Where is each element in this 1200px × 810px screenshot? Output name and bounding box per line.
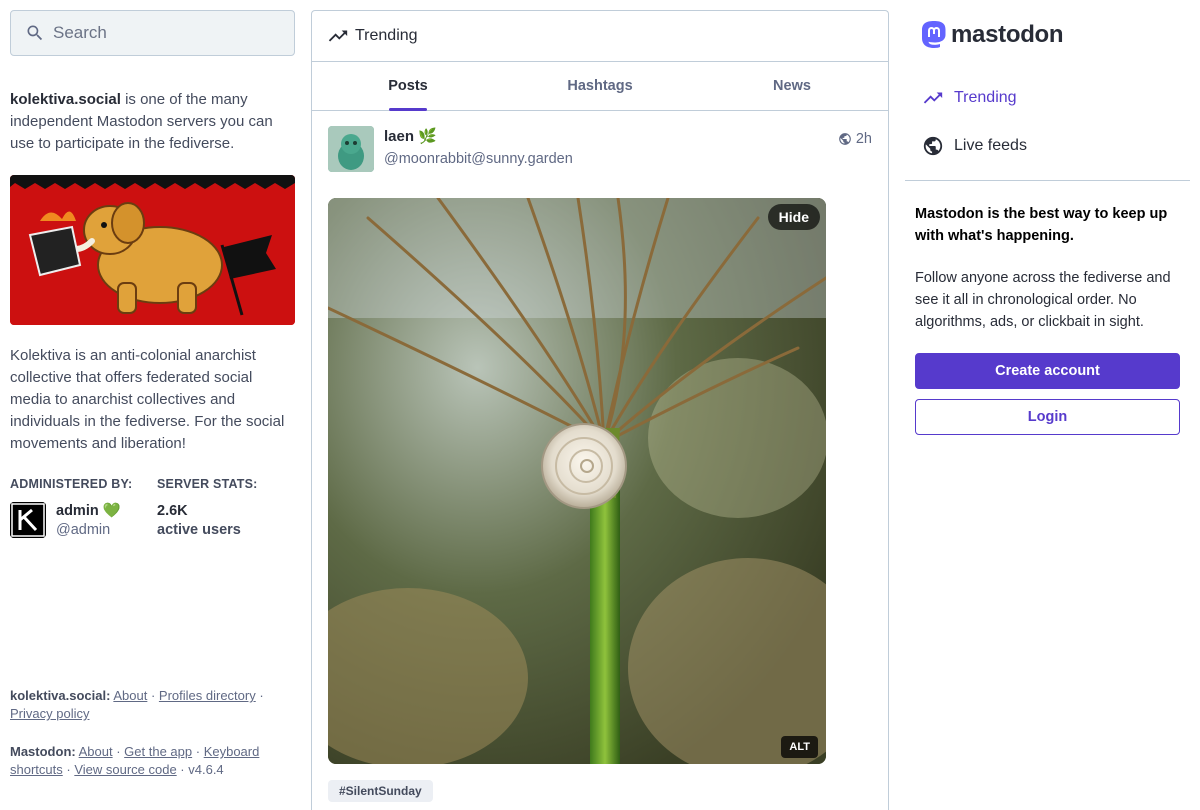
trending-icon [923, 92, 943, 104]
nav-item-live-feeds-label: Live feeds [954, 137, 1027, 154]
trending-column: Trending Posts Hashtags News laen 🌿 @moo… [311, 10, 889, 810]
snail-on-stem-photo [328, 198, 826, 764]
post-account-handle[interactable]: @moonrabbit@sunny.garden [384, 148, 573, 170]
mastodon-logo[interactable]: mastodon [918, 10, 1190, 60]
mastodon-footer-links: Mastodon: About · Get the app · Keyboard… [10, 743, 295, 779]
server-name: kolektiva.social [10, 91, 121, 108]
post-time: 2h [855, 131, 872, 147]
mastodon-elephant-illustration [10, 175, 295, 325]
left-sidebar: kolektiva.social is one of the many inde… [10, 10, 295, 800]
footer-separator: · [62, 762, 75, 777]
post-author-names[interactable]: laen 🌿 @moonrabbit@sunny.garden [384, 126, 573, 172]
footer-profiles-directory-link[interactable]: Profiles directory [159, 688, 256, 703]
post-author-avatar[interactable] [328, 126, 374, 172]
footer-separator: · [192, 744, 204, 759]
server-footer-links: kolektiva.social: About · Profiles direc… [10, 687, 295, 723]
globe-icon [923, 136, 943, 156]
search-icon [27, 25, 43, 41]
administered-by-heading: ADMINISTERED BY: [10, 477, 133, 491]
alt-text-badge[interactable]: ALT [781, 736, 818, 758]
post-display-name[interactable]: laen 🌿 [384, 126, 573, 148]
footer-mastodon-about-link[interactable]: About [79, 744, 113, 759]
admin-account[interactable]: admin 💚 @admin [10, 502, 157, 540]
search-box[interactable] [10, 10, 295, 56]
admin-names: admin 💚 @admin [56, 502, 121, 540]
green-heart-emoji: 💚 [102, 503, 121, 519]
sign-up-body: Follow anyone across the fediverse and s… [915, 270, 1171, 330]
sign-up-prompt: Mastodon is the best way to keep up with… [905, 181, 1190, 435]
footer-links: kolektiva.social: About · Profiles direc… [10, 687, 295, 779]
mastodon-logo-icon [922, 21, 946, 48]
footer-version: v4.6.4 [188, 762, 224, 777]
footer-privacy-policy-link[interactable]: Privacy policy [10, 706, 89, 721]
footer-get-app-link[interactable]: Get the app [124, 744, 192, 759]
server-description: Kolektiva is an anti-colonial anarchist … [10, 347, 285, 452]
server-footer-label: kolektiva.social: [10, 688, 111, 703]
globe-icon [839, 133, 851, 145]
column-title: Trending [355, 27, 418, 44]
admin-display-name: admin 💚 [56, 502, 121, 521]
admin-name: admin [56, 503, 99, 519]
post-header: laen 🌿 @moonrabbit@sunny.garden [328, 126, 872, 172]
server-stats-heading: SERVER STATS: [157, 477, 258, 491]
sign-up-heading: Mastodon is the best way to keep up with… [915, 206, 1168, 244]
create-account-button[interactable]: Create account [915, 353, 1180, 389]
footer-view-source-link[interactable]: View source code [74, 762, 176, 777]
right-sidebar: mastodon Trending Live feeds Mastodon is… [905, 10, 1190, 435]
server-meta: ADMINISTERED BY: admin 💚 @admin SERVER S… [10, 477, 295, 540]
tab-news[interactable]: News [696, 62, 888, 110]
footer-separator: · [112, 744, 125, 759]
admin-handle: @admin [56, 522, 111, 538]
footer-about-link[interactable]: About [113, 688, 147, 703]
tab-hashtags[interactable]: Hashtags [504, 62, 696, 110]
server-intro: kolektiva.social is one of the many inde… [10, 89, 295, 155]
tab-posts[interactable]: Posts [312, 62, 504, 110]
main-navigation: Trending Live feeds [905, 74, 1190, 170]
post[interactable]: laen 🌿 @moonrabbit@sunny.garden 2h Hide … [312, 111, 888, 802]
server-banner-image [10, 175, 295, 325]
server-stats-section: SERVER STATS: 2.6K active users [157, 477, 258, 540]
admin-avatar[interactable] [10, 502, 46, 538]
nav-item-live-feeds[interactable]: Live feeds [905, 122, 1190, 170]
post-timestamp[interactable]: 2h [838, 131, 872, 147]
nav-item-trending[interactable]: Trending [905, 74, 1190, 122]
active-users-stat: 2.6K active users [157, 502, 258, 540]
login-button[interactable]: Login [915, 399, 1180, 435]
active-users-count: 2.6K [157, 503, 188, 519]
footer-separator: · [147, 688, 159, 703]
mastodon-wordmark: mastodon [951, 21, 1064, 48]
hide-media-button[interactable]: Hide [767, 204, 820, 230]
administered-by-section: ADMINISTERED BY: admin 💚 @admin [10, 477, 157, 540]
footer-separator: · [176, 762, 189, 777]
post-media-image[interactable]: Hide ALT [328, 198, 826, 764]
footer-separator: · [255, 688, 264, 703]
hashtag-link[interactable]: #SilentSunday [328, 780, 433, 802]
column-header[interactable]: Trending [312, 11, 888, 62]
active-users-label: active users [157, 522, 241, 538]
search-input[interactable] [53, 23, 283, 43]
trending-icon [328, 30, 348, 42]
trending-tabs: Posts Hashtags News [312, 62, 888, 111]
nav-item-trending-label: Trending [954, 89, 1017, 106]
mastodon-footer-label: Mastodon: [10, 744, 76, 759]
